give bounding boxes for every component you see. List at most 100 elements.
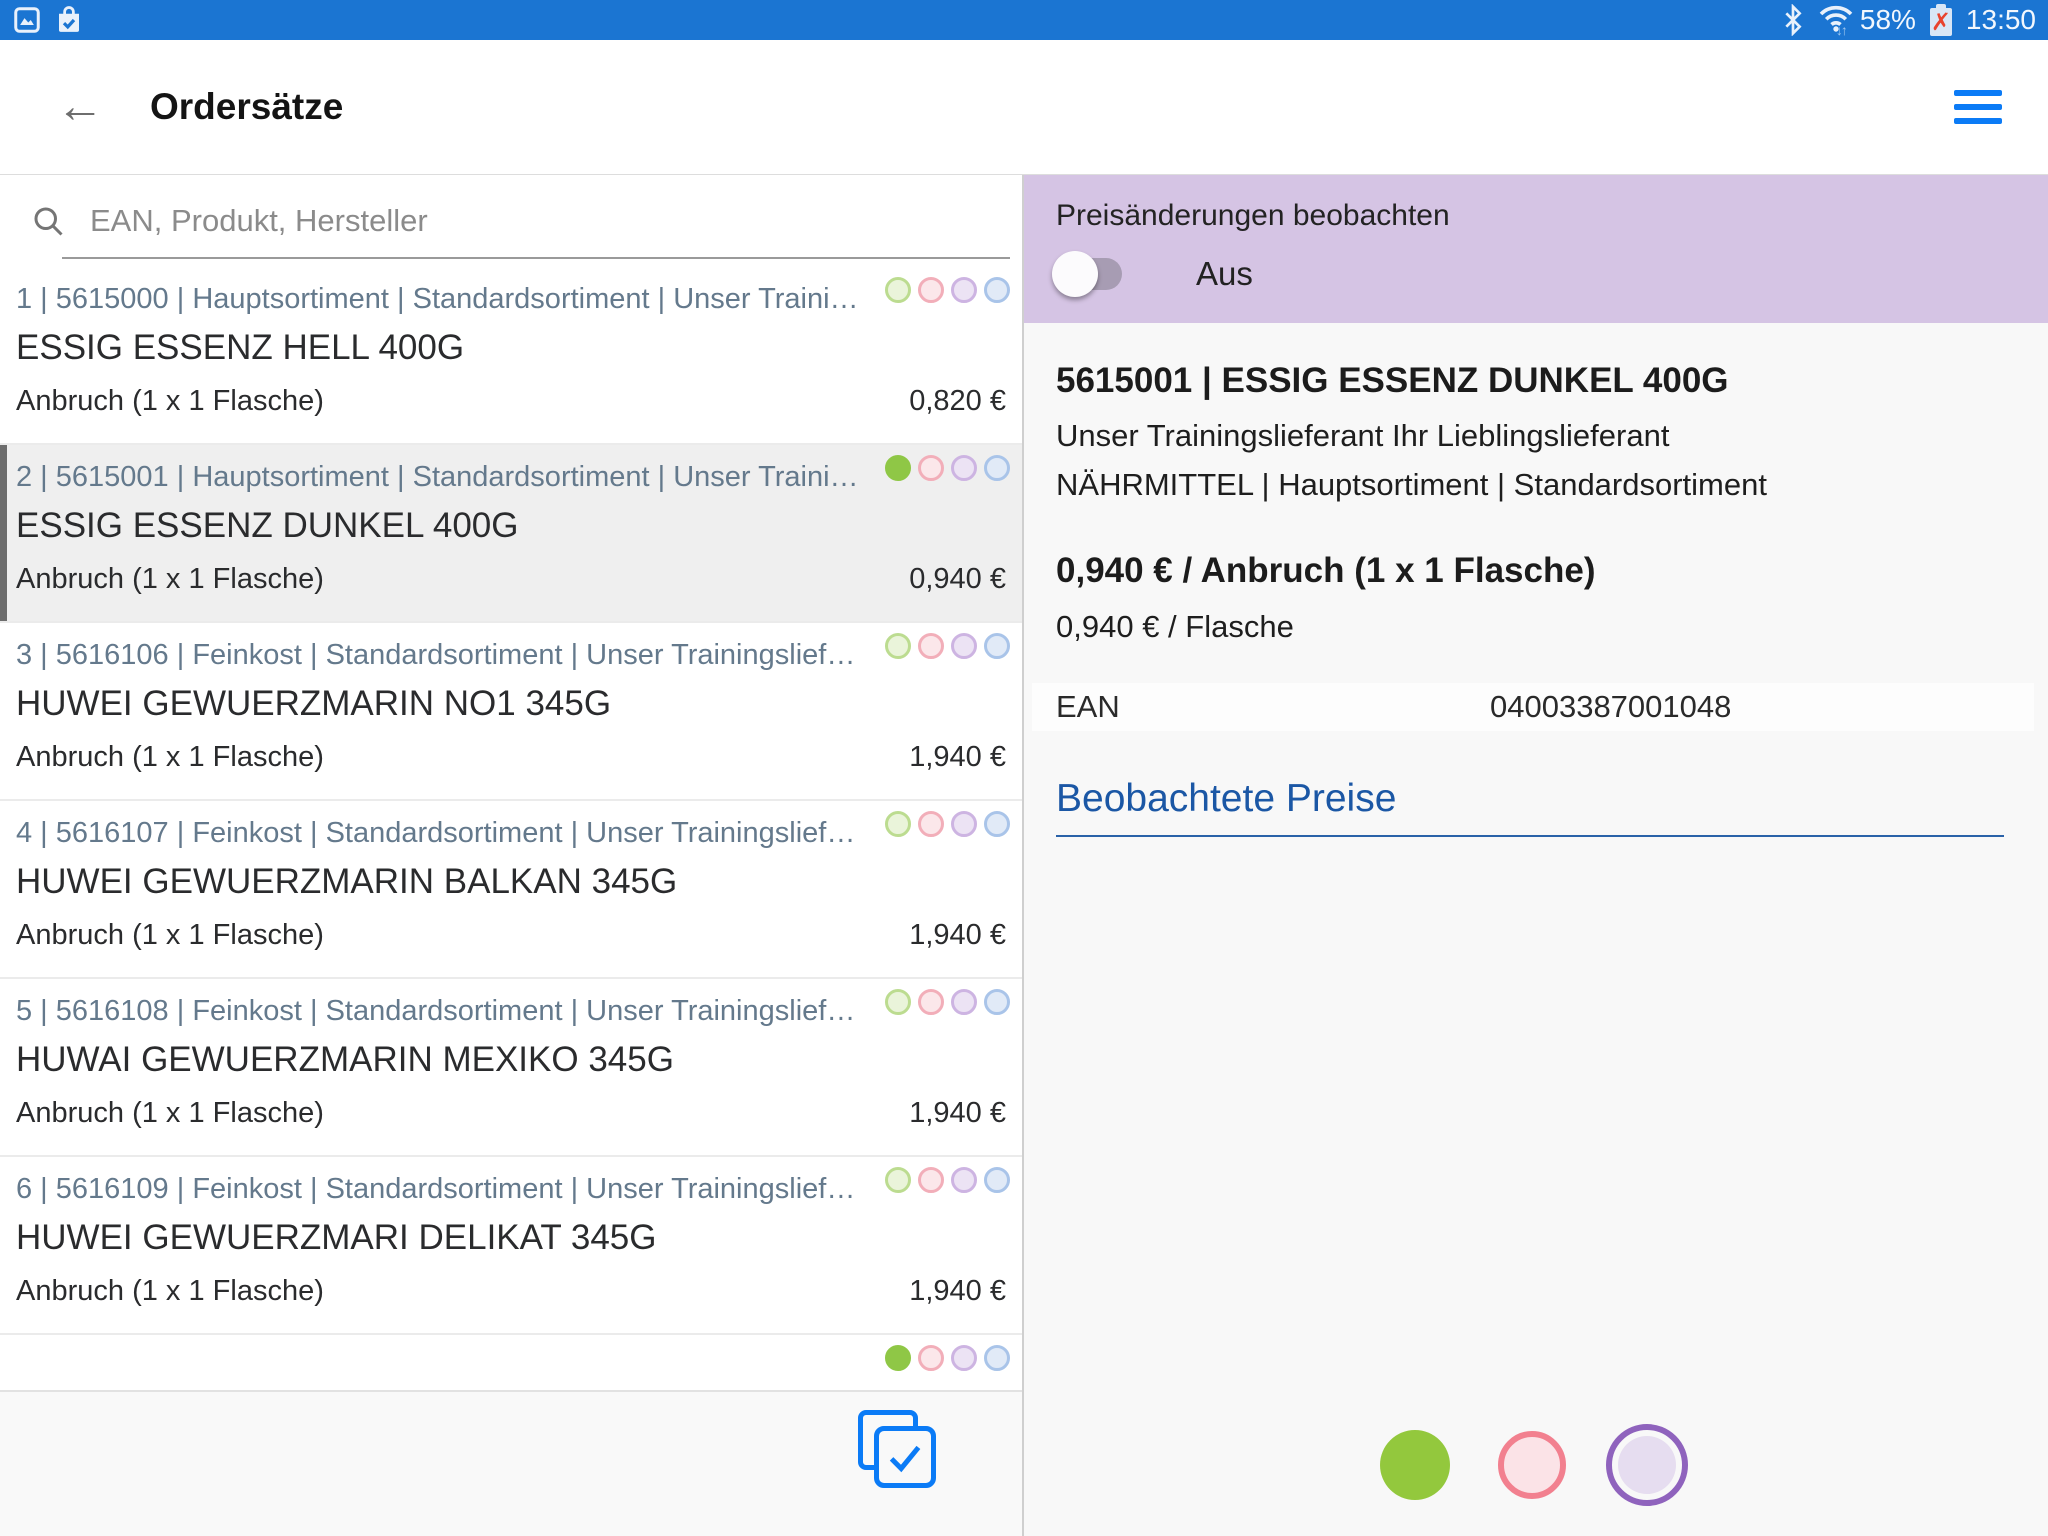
- status-dots: [885, 633, 1010, 659]
- blue-status-dot: [984, 1345, 1010, 1371]
- product-list-item[interactable]: 2 | 5615001 | Hauptsortiment | Standards…: [0, 445, 1022, 623]
- item-unit: Anbruch (1 x 1 Flasche): [16, 1097, 324, 1130]
- pink-status-dot: [918, 1167, 944, 1193]
- shopping-bag-check-icon: [54, 5, 84, 35]
- price-watch-toggle[interactable]: [1056, 258, 1122, 290]
- blue-status-dot: [984, 633, 1010, 659]
- blue-status-dot: [984, 811, 1010, 837]
- back-arrow-icon[interactable]: ←: [56, 83, 104, 131]
- item-product-name: HUWEI GEWUERZMARI DELIKAT 345G: [16, 1218, 1006, 1258]
- product-list-panel: 1 | 5615000 | Hauptsortiment | Standards…: [0, 175, 1024, 1536]
- item-meta: 6 | 5616109 | Feinkost | Standardsortime…: [16, 1157, 906, 1206]
- purple-status-dot: [951, 811, 977, 837]
- item-price: 0,820 €: [909, 385, 1006, 418]
- item-unit: Anbruch (1 x 1 Flasche): [16, 741, 324, 774]
- search-icon: [30, 203, 66, 239]
- item-price: 1,940 €: [909, 919, 1006, 952]
- pink-status-dot: [918, 1345, 944, 1371]
- detail-category: NÄHRMITTEL | Hauptsortiment | Standardso…: [1056, 467, 2016, 503]
- blue-status-dot: [984, 1167, 1010, 1193]
- item-meta: 2 | 5615001 | Hauptsortiment | Standards…: [16, 445, 906, 494]
- purple-status-dot: [951, 633, 977, 659]
- green-status-dot: [885, 1167, 911, 1193]
- green-indicator-circle[interactable]: [1380, 1430, 1450, 1500]
- pink-status-dot: [918, 455, 944, 481]
- status-dots: [885, 277, 1010, 303]
- gallery-icon: [12, 5, 42, 35]
- multi-select-check-icon[interactable]: [858, 1410, 952, 1504]
- item-price: 1,940 €: [909, 1275, 1006, 1308]
- item-meta: 4 | 5616107 | Feinkost | Standardsortime…: [16, 801, 906, 850]
- detail-supplier: Unser Trainingslieferant Ihr Lieblingsli…: [1056, 418, 2016, 454]
- pink-indicator-circle[interactable]: [1498, 1431, 1566, 1499]
- purple-status-dot: [951, 1345, 977, 1371]
- product-list-item[interactable]: 1 | 5615000 | Hauptsortiment | Standards…: [0, 267, 1022, 445]
- product-list-item[interactable]: 3 | 5616106 | Feinkost | Standardsortime…: [0, 623, 1022, 801]
- status-dots: [885, 1167, 1010, 1193]
- green-status-dot: [885, 1345, 911, 1371]
- ean-row: EAN 04003387001048: [1032, 683, 2034, 731]
- status-dots: [885, 811, 1010, 837]
- item-unit: Anbruch (1 x 1 Flasche): [16, 919, 324, 952]
- item-unit: Anbruch (1 x 1 Flasche): [16, 1275, 324, 1308]
- battery-percent: 58%: [1860, 4, 1916, 36]
- search-underline: [62, 257, 1010, 259]
- wifi-traffic-arrows: ↓↑: [1836, 22, 1846, 38]
- price-watch-label: Preisänderungen beobachten: [1056, 199, 2016, 233]
- search-input[interactable]: [90, 203, 930, 239]
- pink-status-dot: [918, 633, 944, 659]
- green-status-dot: [885, 811, 911, 837]
- product-list-item[interactable]: 5 | 5616108 | Feinkost | Standardsortime…: [0, 979, 1022, 1157]
- detail-price-sub: 0,940 € / Flasche: [1056, 609, 2016, 645]
- app-screen: ↓↑ 58% ✗ 13:50 ← Ordersätze 1 | 5615000 …: [0, 0, 2048, 1536]
- product-list-item[interactable]: 6 | 5616109 | Feinkost | Standardsortime…: [0, 1157, 1022, 1335]
- item-meta: 5 | 5616108 | Feinkost | Standardsortime…: [16, 979, 906, 1028]
- bluetooth-icon: [1782, 4, 1804, 36]
- bottom-toolbar: [0, 1390, 1022, 1536]
- product-list-item[interactable]: 4 | 5616107 | Feinkost | Standardsortime…: [0, 801, 1022, 979]
- item-meta: 1 | 5615000 | Hauptsortiment | Standards…: [16, 267, 906, 316]
- app-header: ← Ordersätze: [0, 40, 2048, 175]
- status-dots: [885, 989, 1010, 1015]
- purple-indicator-circle[interactable]: [1606, 1424, 1688, 1506]
- status-dots: [885, 455, 1010, 481]
- item-product-name: HUWAI GEWUERZMARIN MEXIKO 345G: [16, 1040, 1006, 1080]
- pink-status-dot: [918, 811, 944, 837]
- item-unit: Anbruch (1 x 1 Flasche): [16, 385, 324, 418]
- item-meta: 3 | 5616106 | Feinkost | Standardsortime…: [16, 623, 906, 672]
- price-watch-banner: Preisänderungen beobachten Aus: [1024, 175, 2048, 323]
- item-product-name: HUWEI GEWUERZMARIN NO1 345G: [16, 684, 1006, 724]
- product-list-item[interactable]: [0, 1335, 1022, 1389]
- item-unit: Anbruch (1 x 1 Flasche): [16, 563, 324, 596]
- green-status-dot: [885, 277, 911, 303]
- blue-status-dot: [984, 455, 1010, 481]
- observed-prices-heading: Beobachtete Preise: [1056, 777, 2004, 837]
- pink-status-dot: [918, 989, 944, 1015]
- status-dots: [885, 1345, 1010, 1371]
- detail-product-title: 5615001 | ESSIG ESSENZ DUNKEL 400G: [1056, 361, 2016, 401]
- item-price: 0,940 €: [909, 563, 1006, 596]
- purple-status-dot: [951, 277, 977, 303]
- ean-value: 04003387001048: [1490, 689, 1731, 725]
- detail-price-main: 0,940 € / Anbruch (1 x 1 Flasche): [1056, 551, 2016, 591]
- status-bar: ↓↑ 58% ✗ 13:50: [0, 0, 2048, 40]
- price-indicator-circles: [1380, 1424, 1688, 1506]
- green-status-dot: [885, 989, 911, 1015]
- green-status-dot: [885, 633, 911, 659]
- toggle-state-label: Aus: [1196, 255, 1253, 293]
- product-detail-panel: Preisänderungen beobachten Aus 5615001 |…: [1024, 175, 2048, 1536]
- item-price: 1,940 €: [909, 741, 1006, 774]
- item-meta: [16, 1335, 906, 1379]
- battery-error-icon: ✗: [1930, 4, 1952, 36]
- page-title: Ordersätze: [150, 86, 343, 128]
- item-product-name: HUWEI GEWUERZMARIN BALKAN 345G: [16, 862, 1006, 902]
- purple-status-dot: [951, 455, 977, 481]
- blue-status-dot: [984, 989, 1010, 1015]
- ean-label: EAN: [1032, 689, 1120, 725]
- item-product-name: ESSIG ESSENZ DUNKEL 400G: [16, 506, 1006, 546]
- blue-status-dot: [984, 277, 1010, 303]
- hamburger-menu-icon[interactable]: [1954, 90, 2002, 124]
- search-row: [0, 175, 1022, 267]
- purple-status-dot: [951, 1167, 977, 1193]
- notification-icons: [12, 5, 84, 35]
